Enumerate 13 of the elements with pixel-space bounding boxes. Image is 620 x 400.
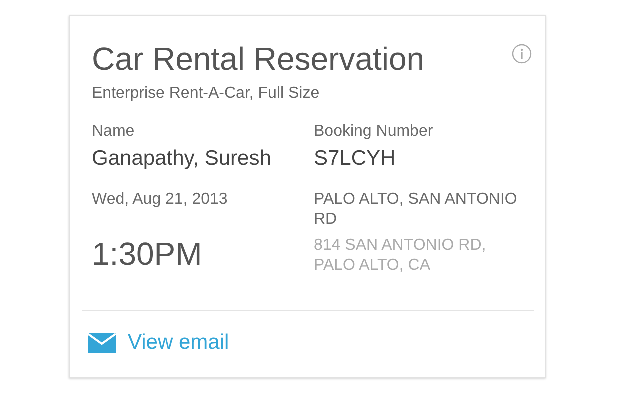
- envelope-icon: [88, 333, 116, 354]
- pickup-date: Wed, Aug 21, 2013: [92, 190, 229, 210]
- pickup-location: PALO ALTO, SAN ANTONIO RD: [314, 190, 518, 230]
- pickup-address: 814 SAN ANTONIO RD, PALO ALTO, CA: [314, 236, 488, 276]
- pickup-time: 1:30PM: [92, 235, 204, 274]
- field-label: Booking Number: [314, 122, 434, 142]
- view-email-link[interactable]: View email: [88, 327, 230, 359]
- field-value: S7LCYH: [314, 146, 397, 172]
- card-title: Car Rental Reservation: [92, 40, 425, 78]
- field-label: Name: [92, 122, 136, 142]
- info-icon[interactable]: [512, 44, 532, 64]
- field-value: Ganapathy, Suresh: [92, 146, 272, 172]
- card-subtitle: Enterprise Rent-A-Car, Full Size: [92, 84, 321, 104]
